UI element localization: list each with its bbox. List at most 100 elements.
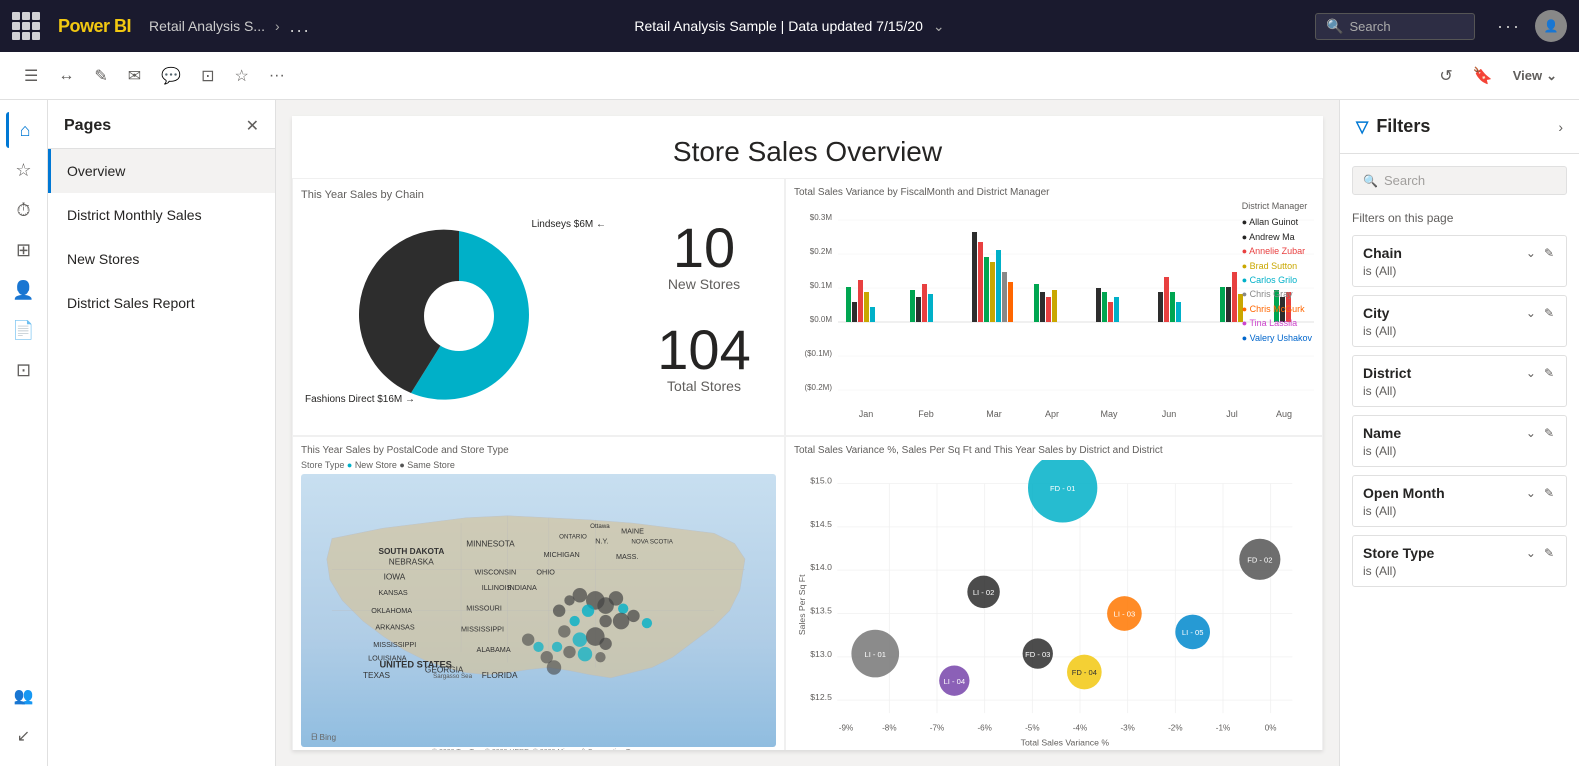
top-nav: Power BI Retail Analysis S... › ... Reta…	[0, 0, 1579, 52]
svg-text:MINNESOTA: MINNESOTA	[466, 540, 515, 549]
filter-open-month-clear[interactable]: ✎	[1542, 484, 1556, 502]
content-area: Store Sales Overview This Year Sales by …	[276, 100, 1339, 766]
svg-text:-9%: -9%	[839, 723, 853, 732]
svg-text:WISCONSIN: WISCONSIN	[474, 568, 516, 577]
brand-logo[interactable]: Power BI	[58, 16, 131, 37]
page-item-new-stores[interactable]: New Stores	[48, 237, 275, 281]
filter-store-type-clear[interactable]: ✎	[1542, 544, 1556, 562]
filter-city-clear[interactable]: ✎	[1542, 304, 1556, 322]
view-chevron-icon: ⌄	[1546, 68, 1557, 84]
svg-text:Total Sales Variance %: Total Sales Variance %	[1021, 738, 1110, 748]
page-item-district-monthly[interactable]: District Monthly Sales	[48, 193, 275, 237]
user-avatar[interactable]: 👤	[1535, 10, 1567, 42]
svg-text:-5%: -5%	[1025, 723, 1039, 732]
nav-favorites-icon[interactable]: ☆	[6, 152, 42, 188]
filter-open-month[interactable]: Open Month ⌄ ✎ is (All)	[1352, 475, 1567, 527]
reading-view-button[interactable]: ☰	[16, 60, 46, 92]
filter-chain-value: is (All)	[1363, 264, 1556, 278]
filter-icon: ▽	[1356, 117, 1368, 137]
filter-name-clear[interactable]: ✎	[1542, 424, 1556, 442]
filter-name-value: is (All)	[1363, 444, 1556, 458]
pages-close-button[interactable]: ✕	[246, 116, 259, 136]
filters-title-text: Filters	[1376, 116, 1430, 137]
svg-text:MISSISSIPPI: MISSISSIPPI	[373, 640, 416, 649]
more-options-icon[interactable]: ···	[1497, 16, 1521, 37]
svg-text:Jan: Jan	[859, 409, 874, 419]
edit-button[interactable]: ✎	[86, 60, 115, 92]
filter-chain-clear[interactable]: ✎	[1542, 244, 1556, 262]
map-title: This Year Sales by PostalCode and Store …	[301, 445, 776, 456]
svg-text:-4%: -4%	[1073, 723, 1087, 732]
kpi-new-stores: 10 New Stores	[668, 220, 740, 292]
share-button[interactable]: ✉	[120, 60, 149, 92]
svg-text:TEXAS: TEXAS	[363, 671, 391, 680]
bubble-chart-area[interactable]: Total Sales Variance %, Sales Per Sq Ft …	[785, 436, 1323, 750]
nav-workspaces-icon[interactable]: ⊡	[6, 352, 42, 388]
filter-district-clear[interactable]: ✎	[1542, 364, 1556, 382]
kpi-total-stores-number: 104	[657, 322, 750, 378]
filter-district[interactable]: District ⌄ ✎ is (All)	[1352, 355, 1567, 407]
bookmark-button[interactable]: 🔖	[1467, 60, 1499, 92]
page-item-overview[interactable]: Overview	[48, 149, 275, 193]
filter-city[interactable]: City ⌄ ✎ is (All)	[1352, 295, 1567, 347]
filter-city-value: is (All)	[1363, 324, 1556, 338]
filters-search-box[interactable]: 🔍	[1352, 166, 1567, 195]
view-button[interactable]: View ⌄	[1507, 62, 1563, 90]
svg-text:Mar: Mar	[986, 409, 1002, 419]
nav-more-button[interactable]: ...	[290, 16, 311, 37]
filters-expand-button[interactable]: ›	[1558, 119, 1563, 135]
filters-search-input[interactable]	[1384, 173, 1556, 188]
apps-icon[interactable]	[12, 12, 40, 40]
svg-text:UNITED STATES: UNITED STATES	[379, 660, 451, 670]
toolbar-more-button[interactable]: ···	[261, 61, 293, 91]
undo-button[interactable]: ↺	[1433, 60, 1458, 92]
nav-admin-icon[interactable]: 👥	[6, 678, 42, 714]
nav-shared-icon[interactable]: 👤	[6, 272, 42, 308]
same-store-label: Same Store	[407, 460, 455, 470]
filters-title: ▽ Filters	[1356, 116, 1430, 137]
filter-city-expand[interactable]: ⌄	[1524, 304, 1538, 322]
top-search-box[interactable]: 🔍	[1315, 13, 1475, 40]
pie-chart-area[interactable]: This Year Sales by Chain	[293, 179, 624, 435]
svg-text:FD - 02: FD - 02	[1247, 556, 1272, 565]
nav-learn-icon[interactable]: 📄	[6, 312, 42, 348]
filter-chain[interactable]: Chain ⌄ ✎ is (All)	[1352, 235, 1567, 287]
svg-text:Jun: Jun	[1162, 409, 1177, 419]
nav-recent-icon[interactable]: ⏱	[6, 192, 42, 228]
svg-text:-6%: -6%	[977, 723, 991, 732]
filter-name[interactable]: Name ⌄ ✎ is (All)	[1352, 415, 1567, 467]
nav-home-icon[interactable]: ⌂	[6, 112, 42, 148]
chat-button[interactable]: 💬	[153, 60, 189, 92]
map-area[interactable]: This Year Sales by PostalCode and Store …	[292, 436, 785, 750]
legend-tina: ● Tina Lassila	[1242, 316, 1312, 330]
teams-button[interactable]: ⊡	[193, 60, 222, 92]
fit-page-button[interactable]: ↔	[50, 61, 82, 91]
svg-text:May: May	[1100, 409, 1118, 419]
top-search-input[interactable]	[1349, 19, 1464, 34]
filter-name-expand[interactable]: ⌄	[1524, 424, 1538, 442]
svg-text:NEBRASKA: NEBRASKA	[389, 557, 434, 566]
bar-chart-area[interactable]: Total Sales Variance by FiscalMonth and …	[785, 178, 1323, 436]
report-name[interactable]: Retail Analysis S...	[149, 18, 265, 34]
filter-open-month-name: Open Month	[1363, 485, 1445, 501]
svg-text:-2%: -2%	[1168, 723, 1182, 732]
title-chevron-icon[interactable]: ⌄	[933, 18, 945, 35]
filter-store-type[interactable]: Store Type ⌄ ✎ is (All)	[1352, 535, 1567, 587]
nav-apps-icon[interactable]: ⊞	[6, 232, 42, 268]
svg-text:-1%: -1%	[1216, 723, 1230, 732]
filter-city-name: City	[1363, 305, 1389, 321]
filter-district-expand[interactable]: ⌄	[1524, 364, 1538, 382]
filters-panel: ▽ Filters › 🔍 Filters on this page Chain…	[1339, 100, 1579, 766]
filter-store-type-expand[interactable]: ⌄	[1524, 544, 1538, 562]
filter-open-month-expand[interactable]: ⌄	[1524, 484, 1538, 502]
pie-label-fashions: Fashions Direct $16M →	[305, 394, 415, 405]
map-copyright: © 2020 TomTom © 2020 HERE, © 2020 Micros…	[301, 749, 776, 750]
svg-text:FD - 04: FD - 04	[1072, 668, 1097, 677]
filter-chain-expand[interactable]: ⌄	[1524, 244, 1538, 262]
svg-text:MAINE: MAINE	[621, 526, 644, 535]
svg-text:FD - 03: FD - 03	[1025, 650, 1050, 659]
page-item-district-sales[interactable]: District Sales Report	[48, 281, 275, 325]
nav-collapse-icon[interactable]: ↙	[6, 718, 42, 754]
favorite-button[interactable]: ☆	[226, 60, 256, 92]
svg-text:$15.0: $15.0	[810, 475, 832, 485]
